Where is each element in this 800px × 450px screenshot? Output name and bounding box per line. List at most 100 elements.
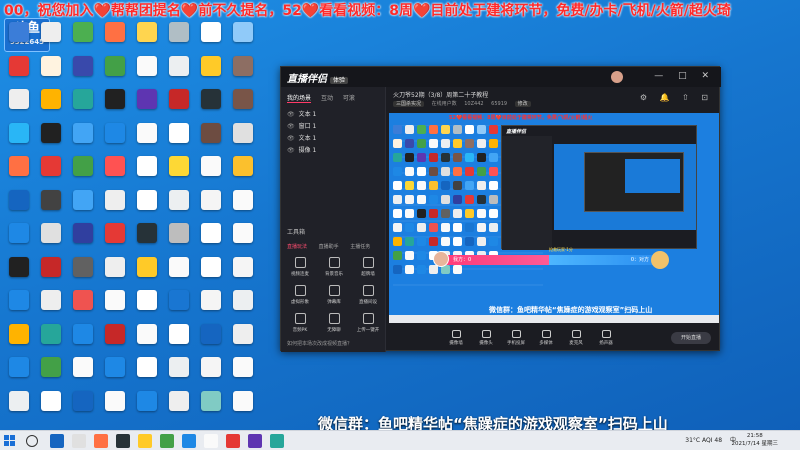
tab-my-scenes[interactable]: 我的场景 (287, 95, 312, 103)
category-tag[interactable]: 三国杀实况 (393, 101, 425, 107)
taskbar-app-icon[interactable] (182, 434, 196, 448)
desktop-icon[interactable] (130, 189, 164, 226)
taskbar-app-icon[interactable] (94, 434, 108, 448)
desktop-icon[interactable] (34, 357, 68, 393)
taskbar-app-icon[interactable] (226, 434, 240, 448)
desktop-icon[interactable] (226, 22, 260, 58)
desktop-icon[interactable] (2, 22, 36, 58)
desktop-icon[interactable] (130, 223, 164, 259)
desktop-icon[interactable] (98, 22, 132, 58)
tab-streamer-tasks[interactable]: 主播任务 (350, 244, 370, 250)
tab-interactive[interactable]: 互动 (321, 95, 333, 102)
scene-item[interactable]: 👁 窗口 1 (287, 121, 379, 133)
desktop-icon[interactable] (226, 156, 260, 192)
desktop-icon[interactable] (162, 22, 196, 58)
clock[interactable]: 21:58 2021/7/14 星期三 (732, 432, 778, 448)
desktop-icon[interactable] (98, 122, 132, 159)
desktop-icon[interactable] (226, 89, 260, 125)
desktop-icon[interactable] (98, 323, 132, 360)
desktop-icon[interactable] (162, 290, 196, 326)
start-live-button[interactable]: 开始直播 (671, 332, 711, 344)
window-controls[interactable]: — □ ✕ (654, 71, 715, 81)
desktop-icon[interactable] (66, 122, 100, 159)
taskbar-app-icon[interactable] (138, 434, 152, 448)
desktop-icon[interactable] (162, 256, 196, 293)
desktop-icon[interactable] (226, 256, 260, 293)
desktop-icon[interactable] (2, 390, 36, 427)
desktop-icon[interactable] (194, 89, 228, 125)
desktop-icon[interactable] (2, 156, 36, 192)
desktop-icon[interactable] (2, 256, 36, 293)
desktop-icon[interactable] (130, 89, 164, 125)
desktop-icon[interactable] (194, 22, 228, 58)
desktop-icon[interactable] (2, 290, 36, 326)
desktop-icon[interactable] (226, 390, 260, 427)
microphone-button[interactable]: 麦克风 (563, 330, 589, 346)
desktop-icon[interactable] (130, 357, 164, 393)
eye-icon[interactable]: 👁 (287, 123, 295, 130)
desktop-icon[interactable] (34, 122, 68, 159)
desktop-icon[interactable] (98, 223, 132, 259)
desktop-icon[interactable] (98, 357, 132, 393)
desktop-icon[interactable] (162, 357, 196, 393)
desktop-icon[interactable] (2, 122, 36, 159)
desktop-icon[interactable] (194, 156, 228, 192)
edit-button[interactable]: 修改 (514, 101, 531, 107)
desktop-icon[interactable] (194, 256, 228, 293)
eye-icon[interactable]: 👁 (287, 147, 295, 154)
desktop-icon[interactable] (34, 390, 68, 427)
desktop-icon[interactable] (2, 223, 36, 259)
tool-upload[interactable]: 上传一键开 (353, 313, 383, 341)
desktop-icon[interactable] (66, 156, 100, 192)
desktop-icon[interactable] (66, 390, 100, 427)
tool-audio-pk[interactable]: 音频PK (285, 313, 315, 341)
desktop-icon[interactable] (162, 189, 196, 226)
camera-button[interactable]: 摄像头 (473, 330, 499, 346)
weather-widget[interactable]: 31°C AQI 48 (685, 437, 722, 444)
desktop-icon[interactable] (2, 189, 36, 226)
desktop-icon[interactable] (98, 55, 132, 92)
tab-scroll[interactable]: 可滚 (343, 95, 355, 102)
desktop-icon[interactable] (226, 290, 260, 326)
speaker-button[interactable]: 扬声器 (593, 330, 619, 346)
desktop-icon[interactable] (194, 357, 228, 393)
desktop-icon[interactable] (66, 89, 100, 125)
tab-live-assistant[interactable]: 直播助手 (319, 244, 339, 250)
desktop-icon[interactable] (34, 323, 68, 360)
right-panel-controls[interactable]: ⚙ 🔔 ⇧ ⊡ (640, 93, 713, 102)
desktop-icon[interactable] (66, 22, 100, 58)
desktop-icon[interactable] (194, 290, 228, 326)
camera-wall-button[interactable]: 摄像墙 (443, 330, 469, 346)
tool-super-wall[interactable]: 超牌墙 (353, 257, 383, 285)
tool-danmaku[interactable]: 弹幕库 (319, 285, 349, 313)
desktop-icon[interactable] (98, 290, 132, 326)
desktop-icon[interactable] (130, 55, 164, 92)
desktop-icon[interactable] (98, 189, 132, 226)
stream-preview[interactable]: 52❤️看看视频：8周❤️目前处于建将环节，免费/飞机/火箭/超火 直播伴侣 我… (389, 113, 719, 323)
scene-item[interactable]: 👁 文本 1 (287, 109, 379, 121)
desktop-icon[interactable] (2, 323, 36, 360)
desktop-icon[interactable] (34, 290, 68, 326)
desktop-icon[interactable] (34, 189, 68, 226)
desktop-icon[interactable] (130, 22, 164, 58)
desktop-icon[interactable] (162, 156, 196, 192)
taskbar-app-icon[interactable] (270, 434, 284, 448)
tool-avatar[interactable]: 虚拟形象 (285, 285, 315, 313)
desktop-icon[interactable] (226, 357, 260, 393)
taskbar-app-icon[interactable] (248, 434, 262, 448)
eye-icon[interactable]: 👁 (287, 135, 295, 142)
tool-room-settings[interactable]: 直播间设 (353, 285, 383, 313)
desktop-icon[interactable] (98, 156, 132, 192)
desktop-icon[interactable] (66, 290, 100, 326)
desktop-icon[interactable] (162, 89, 196, 125)
desktop-icon[interactable] (34, 55, 68, 92)
desktop-icon[interactable] (162, 323, 196, 360)
taskbar-app-icon[interactable] (160, 434, 174, 448)
desktop-icon[interactable] (98, 390, 132, 427)
desktop-icon[interactable] (98, 89, 132, 125)
desktop-icon[interactable] (130, 122, 164, 159)
desktop-icon[interactable] (130, 390, 164, 427)
desktop-icon[interactable] (194, 55, 228, 92)
desktop-icon[interactable] (66, 223, 100, 259)
desktop-icon[interactable] (66, 357, 100, 393)
